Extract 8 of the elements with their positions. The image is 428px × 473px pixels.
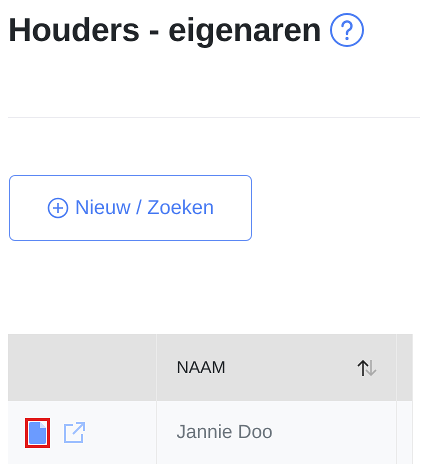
new-search-button[interactable]: Nieuw / Zoeken (9, 175, 252, 241)
document-button[interactable] (25, 418, 50, 448)
plus-circle-icon (47, 197, 70, 219)
help-icon[interactable] (329, 12, 366, 48)
column-header[interactable]: NAAM (176, 358, 226, 378)
page-title: Houders - eigenaren (8, 11, 322, 49)
sort-icon[interactable] (356, 358, 378, 376)
name-cell-text: Jannie Doo (176, 422, 274, 444)
